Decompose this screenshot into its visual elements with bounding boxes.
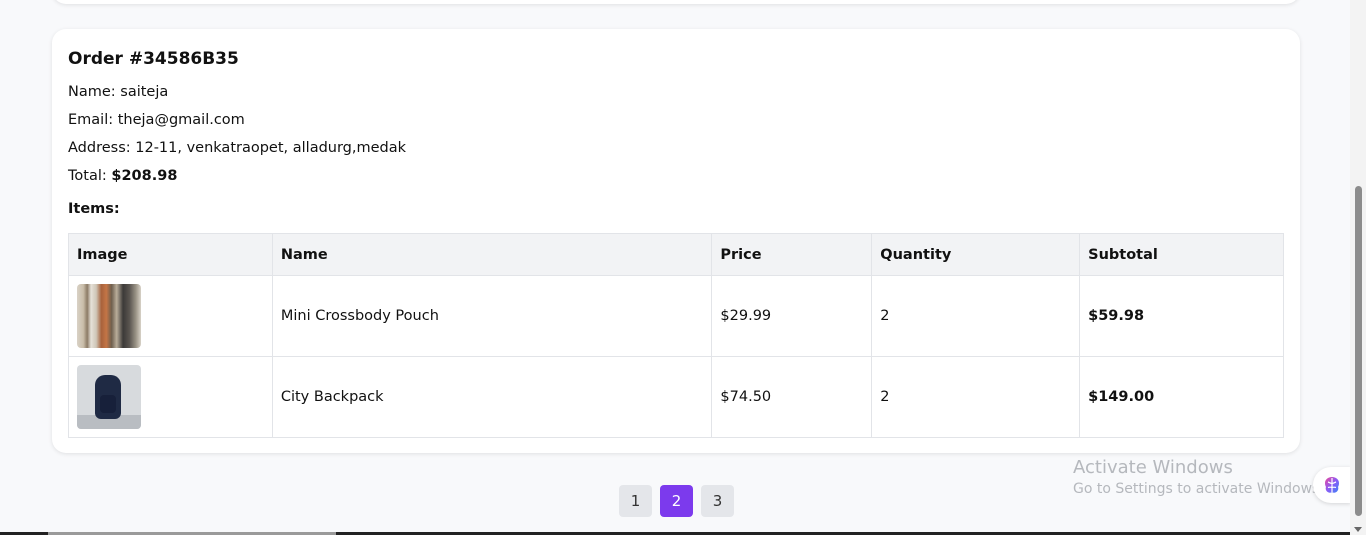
assistant-button[interactable] [1313,467,1351,503]
page: Order #34586B35 Name: saiteja Email: the… [0,0,1366,535]
scroll-down-arrow-icon[interactable] [1354,527,1362,532]
item-name: City Backpack [271,356,713,438]
order-title: Order #34586B35 [68,49,239,69]
name-label: Name: [68,84,116,100]
order-card: Order #34586B35 Name: saiteja Email: the… [52,29,1300,453]
header-subtotal: Subtotal [1079,233,1284,276]
watermark-title: Activate Windows [1073,457,1233,478]
items-table: Image Name Price Quantity Subtotal Mini … [68,233,1284,438]
page-button-3[interactable]: 3 [701,485,734,517]
item-image-cell [68,275,273,357]
table-header-row: Image Name Price Quantity Subtotal [68,233,1284,276]
item-subtotal: $149.00 [1079,356,1284,438]
order-total-line: Total: $208.98 [68,168,177,184]
header-price: Price [711,233,873,276]
item-price: $29.99 [711,275,873,357]
item-quantity: 2 [871,275,1081,357]
total-label: Total: [68,168,107,184]
table-row: City Backpack $74.50 2 $149.00 [68,356,1284,438]
windows-activation-watermark: Activate Windows Go to Settings to activ… [1073,457,1324,497]
backpack-image [77,365,141,429]
item-subtotal: $59.98 [1079,275,1284,357]
item-price: $74.50 [711,356,873,438]
brain-icon [1325,477,1339,493]
customer-email: theja@gmail.com [117,112,245,128]
customer-address: 12-11, venkatraopet, alladurg,medak [135,140,407,156]
address-label: Address: [68,140,131,156]
page-button-2[interactable]: 2 [660,485,693,517]
order-email-line: Email: theja@gmail.com [68,112,245,128]
clothes-rack-image [77,284,141,348]
pagination: 1 2 3 [619,485,734,517]
items-label: Items: [68,201,120,217]
email-label: Email: [68,112,114,128]
order-address-line: Address: 12-11, venkatraopet, alladurg,m… [68,140,406,156]
item-image-cell [68,356,273,438]
page-button-1[interactable]: 1 [619,485,652,517]
header-name: Name [271,233,713,276]
watermark-subtitle: Go to Settings to activate Windows. [1073,481,1324,497]
order-name-line: Name: saiteja [68,84,168,100]
header-image: Image [68,233,273,276]
item-quantity: 2 [871,356,1081,438]
previous-order-card [52,0,1300,4]
header-quantity: Quantity [871,233,1081,276]
item-name: Mini Crossbody Pouch [271,275,713,357]
table-row: Mini Crossbody Pouch $29.99 2 $59.98 [68,275,1284,357]
vertical-scrollbar[interactable] [1350,0,1366,535]
scrollbar-thumb[interactable] [1355,186,1362,516]
order-total: $208.98 [111,168,178,184]
customer-name: saiteja [120,84,169,100]
